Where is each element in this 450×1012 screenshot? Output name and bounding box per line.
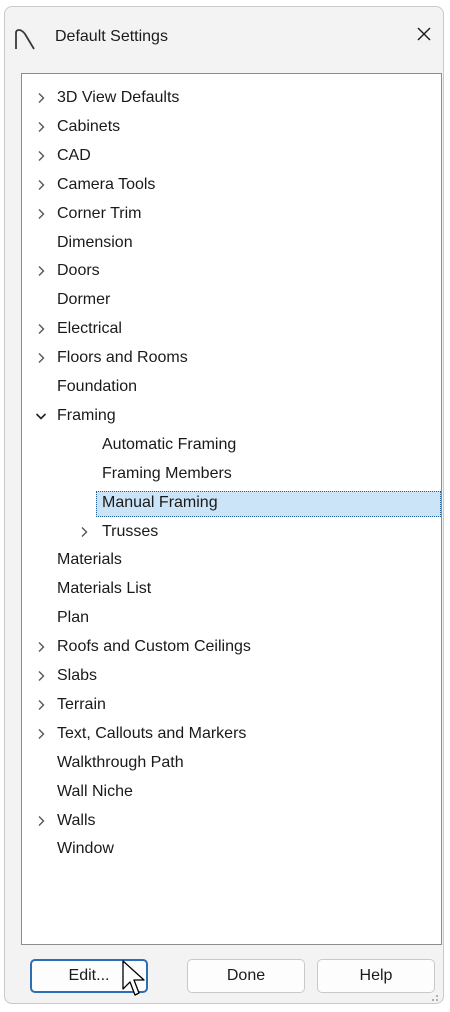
- tree-item[interactable]: Trusses: [22, 519, 441, 545]
- chevron-right-icon[interactable]: [34, 721, 48, 747]
- chevron-right-icon[interactable]: [34, 258, 48, 284]
- tree-item-label: Electrical: [57, 320, 122, 338]
- tree-item-label: Roofs and Custom Ceilings: [57, 638, 251, 656]
- chevron-right-icon[interactable]: [34, 316, 48, 342]
- tree-item[interactable]: Window: [22, 836, 441, 862]
- tree-item-label: Corner Trim: [57, 204, 142, 222]
- tree-item[interactable]: Foundation: [22, 374, 441, 400]
- tree-item[interactable]: Electrical: [22, 316, 441, 342]
- tree-item-label: Trusses: [102, 522, 159, 540]
- tree-item[interactable]: Walls: [22, 808, 441, 834]
- tree-item[interactable]: Wall Niche: [22, 779, 441, 805]
- title-bar: Default Settings: [5, 7, 443, 59]
- tree-item-label: Framing Members: [102, 464, 232, 482]
- tree-item[interactable]: Roofs and Custom Ceilings: [22, 634, 441, 660]
- tree-item[interactable]: Camera Tools: [22, 172, 441, 198]
- tree-item[interactable]: Dormer: [22, 287, 441, 313]
- tree-item[interactable]: CAD: [22, 143, 441, 169]
- chevron-right-icon[interactable]: [34, 201, 48, 227]
- tree-item-label: Camera Tools: [57, 175, 156, 193]
- resize-grip-icon[interactable]: [429, 989, 439, 1001]
- tree-item-label: Doors: [57, 262, 100, 280]
- tree-item[interactable]: Plan: [22, 605, 441, 631]
- tree-item[interactable]: Framing: [22, 403, 441, 429]
- tree-item[interactable]: Terrain: [22, 692, 441, 718]
- chevron-right-icon[interactable]: [34, 114, 48, 140]
- tree-item-label: Slabs: [57, 667, 98, 684]
- chevron-right-icon[interactable]: [34, 692, 48, 718]
- window-title: Default Settings: [55, 28, 168, 45]
- tree-item-label: Materials List: [57, 580, 152, 598]
- tree-item-label: Automatic Framing: [102, 435, 237, 453]
- tree-item[interactable]: Walkthrough Path: [22, 750, 441, 776]
- tree-item-label: Plan: [57, 609, 90, 627]
- close-button[interactable]: [407, 19, 441, 53]
- tree-item-label: Cabinets: [57, 117, 121, 135]
- tree-item-label: Text, Callouts and Markers: [57, 724, 247, 742]
- tree-item-label: Wall Niche: [57, 782, 133, 800]
- tree-item[interactable]: 3D View Defaults: [22, 85, 441, 111]
- chevron-right-icon[interactable]: [34, 143, 48, 169]
- chevron-right-icon[interactable]: [34, 808, 48, 834]
- close-icon: [416, 26, 432, 47]
- default-settings-dialog: Default Settings 3D View Defaults Cabinet…: [4, 6, 444, 1004]
- chevron-right-icon[interactable]: [34, 345, 48, 371]
- tree-item[interactable]: Dimension: [22, 230, 441, 256]
- edit-button[interactable]: Edit...: [30, 959, 148, 993]
- arch-icon: [13, 27, 37, 51]
- tree-item[interactable]: Manual Framing: [22, 490, 441, 517]
- tree-item-label: 3D View Defaults: [57, 89, 180, 106]
- chevron-right-icon[interactable]: [34, 172, 48, 198]
- tree-item-label: Walls: [57, 811, 96, 829]
- tree-item[interactable]: Doors: [22, 258, 441, 284]
- chevron-right-icon[interactable]: [34, 634, 48, 660]
- chevron-right-icon[interactable]: [77, 519, 91, 545]
- tree-item[interactable]: Framing Members: [22, 461, 441, 487]
- tree-item-label: Framing: [57, 406, 116, 424]
- tree-item-label: Floors and Rooms: [57, 349, 188, 367]
- tree-item[interactable]: Materials List: [22, 576, 441, 602]
- tree-item[interactable]: Materials: [22, 547, 441, 573]
- done-button[interactable]: Done: [187, 959, 305, 993]
- tree-item-label: Materials: [57, 551, 122, 569]
- settings-tree[interactable]: 3D View Defaults Cabinets CAD Camera Tools C…: [21, 73, 442, 945]
- tree-item[interactable]: Cabinets: [22, 114, 441, 140]
- tree-item[interactable]: Text, Callouts and Markers: [22, 721, 441, 747]
- chevron-right-icon[interactable]: [34, 663, 48, 689]
- tree-item-label: Manual Framing: [102, 493, 218, 511]
- tree-item[interactable]: Slabs: [22, 663, 441, 689]
- tree-item[interactable]: Floors and Rooms: [22, 345, 441, 371]
- tree-item[interactable]: Automatic Framing: [22, 432, 441, 458]
- tree-item-label: Window: [57, 840, 114, 858]
- tree-item-label: Terrain: [57, 695, 106, 713]
- tree-item[interactable]: Corner Trim: [22, 201, 441, 227]
- help-button[interactable]: Help: [317, 959, 435, 993]
- tree-item-label: Dormer: [57, 291, 111, 309]
- tree-item-label: CAD: [57, 146, 91, 164]
- tree-item-label: Foundation: [57, 378, 138, 395]
- chevron-right-icon[interactable]: [34, 85, 48, 111]
- tree-item-label: Walkthrough Path: [57, 753, 184, 771]
- chevron-down-icon[interactable]: [34, 403, 48, 429]
- tree-item-label: Dimension: [57, 233, 133, 251]
